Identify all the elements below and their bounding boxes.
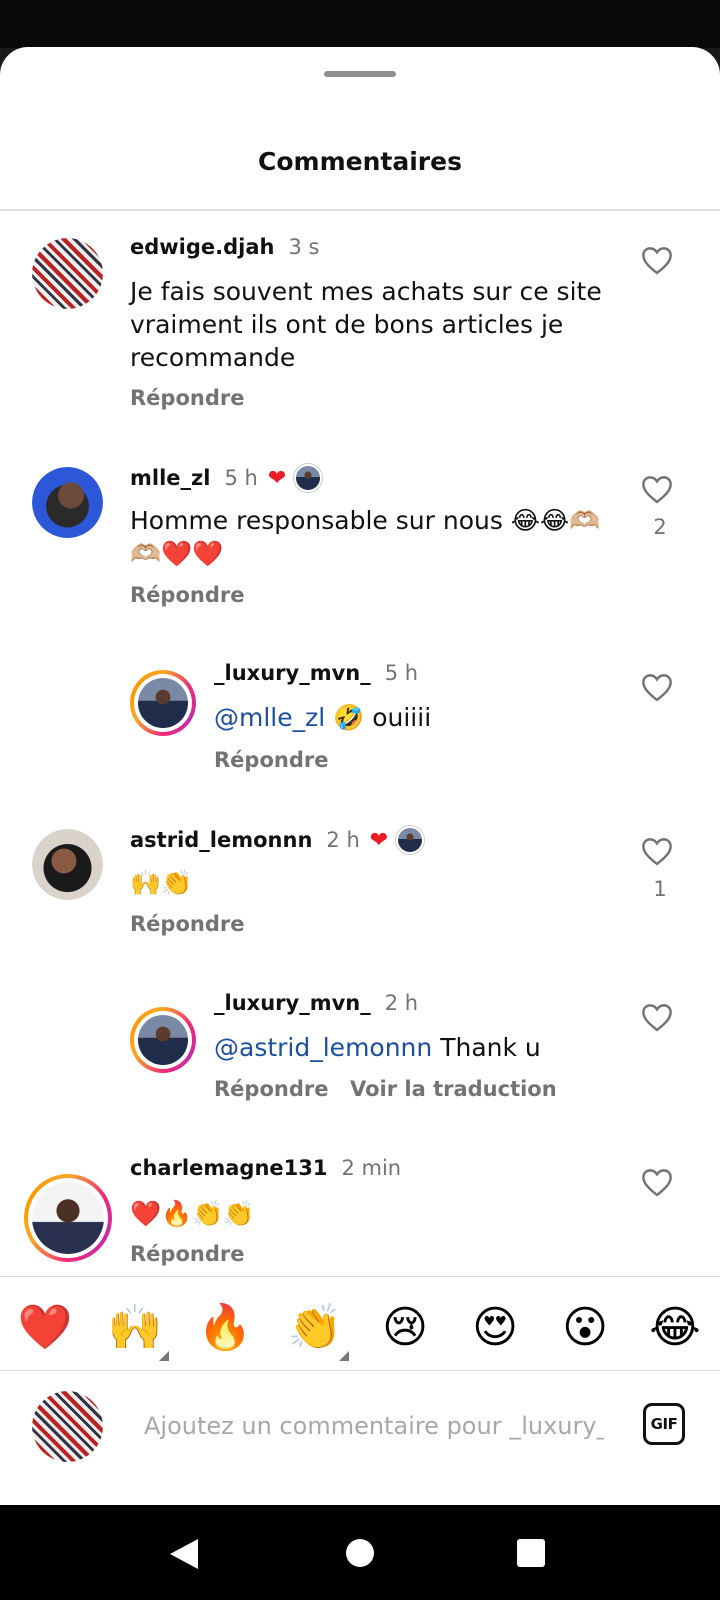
like-heart-icon[interactable] [640,474,680,510]
like-count: 1 [653,877,667,901]
liked-by-author-heart-icon: ❤ [267,465,287,491]
skin-tone-indicator-icon [159,1351,169,1361]
comments-sheet: Commentaires edwige.djah 3 s Je fais sou… [0,47,720,1505]
comment-username[interactable]: _luxury_mvn_ [214,661,371,685]
reaction-surprised-button[interactable]: 😮 [555,1299,615,1357]
comment-input[interactable] [144,1406,604,1446]
comment-time: 2 h [384,991,419,1015]
like-heart-icon[interactable] [640,1002,680,1038]
comment-text: 🙌👏 [130,868,193,897]
avatar[interactable] [32,238,103,309]
reaction-heart-button[interactable]: ❤️ [15,1299,75,1357]
liked-by-author-heart-icon: ❤ [369,827,389,853]
back-icon[interactable] [168,1537,200,1571]
avatar-story-ring[interactable] [130,670,196,736]
status-bar [0,0,720,48]
reaction-raising-hands-button[interactable]: 🙌 [105,1299,169,1361]
like-count: 2 [653,515,667,539]
comment-username[interactable]: edwige.djah [130,235,274,259]
reaction-clap-label: 👏 [287,1302,343,1353]
comment-time: 5 h [224,466,258,490]
comment-username[interactable]: charlemagne131 [130,1156,327,1180]
like-heart-icon[interactable] [640,1167,680,1203]
home-icon[interactable] [345,1538,375,1568]
see-translation-button[interactable]: Voir la traduction [350,1077,557,1101]
like-heart-icon[interactable] [640,836,680,872]
current-user-avatar [32,1391,103,1462]
comment-composer: GIF [0,1371,720,1505]
sheet-title: Commentaires [258,147,462,176]
reaction-heart-eyes-button[interactable]: 😍 [465,1299,525,1357]
comment-time: 2 min [341,1156,402,1180]
reply-button[interactable]: Répondre [214,1077,328,1101]
comment-username[interactable]: astrid_lemonnn [130,828,312,852]
skin-tone-indicator-icon [339,1351,349,1361]
comment-text: Je fais souvent mes achats sur ce site v… [130,277,602,372]
gif-button[interactable]: GIF [643,1403,685,1445]
comment-text-body: Thank u [432,1033,541,1062]
reaction-laughing-button[interactable]: 😂 [645,1299,705,1357]
reply-button[interactable]: Répondre [130,583,244,607]
avatar[interactable] [32,467,103,538]
comment-text: @astrid_lemonnn Thank u [214,1031,614,1064]
comment-text: Homme responsable sur nous 😂😂🫶🏼🫶🏼❤️❤️ [130,506,601,568]
avatar [32,1182,104,1254]
comment-time: 3 s [288,235,320,259]
comment-text: @mlle_zl 🤣 ouiiii [214,701,614,734]
navigation-bar [0,1505,720,1600]
avatar[interactable] [32,829,103,900]
reaction-fire-button[interactable]: 🔥 [195,1299,255,1357]
avatar [138,1015,188,1065]
avatar-story-ring[interactable] [24,1174,112,1262]
recents-icon[interactable] [517,1539,545,1567]
comment-time: 5 h [384,661,419,685]
avatar [138,678,188,728]
reply-button[interactable]: Répondre [130,386,244,410]
reaction-crying-button[interactable]: 😢 [375,1299,435,1357]
mention-link[interactable]: @astrid_lemonnn [214,1033,432,1062]
author-avatar-icon [294,464,323,492]
comment-text-body: 🤣 ouiiii [325,703,432,732]
quick-reaction-bar: ❤️ 🙌 🔥 👏 😢 😍 😮 😂 [0,1277,720,1375]
title-divider [0,209,720,211]
comment-username[interactable]: _luxury_mvn_ [214,991,371,1015]
reaction-raising-hands-label: 🙌 [107,1302,163,1353]
reply-button[interactable]: Répondre [214,748,328,772]
reply-button[interactable]: Répondre [130,912,244,936]
author-avatar-icon [396,826,425,854]
like-heart-icon[interactable] [640,245,680,281]
reaction-clap-button[interactable]: 👏 [285,1299,349,1361]
mention-link[interactable]: @mlle_zl [214,703,325,732]
comment-text: ❤️🔥👏👏 [130,1199,255,1228]
reply-button[interactable]: Répondre [130,1242,244,1266]
comment-username[interactable]: mlle_zl [130,466,210,490]
like-heart-icon[interactable] [640,672,680,708]
drag-handle[interactable] [324,71,396,77]
avatar-story-ring[interactable] [130,1007,196,1073]
comment-time: 2 h [326,828,360,852]
